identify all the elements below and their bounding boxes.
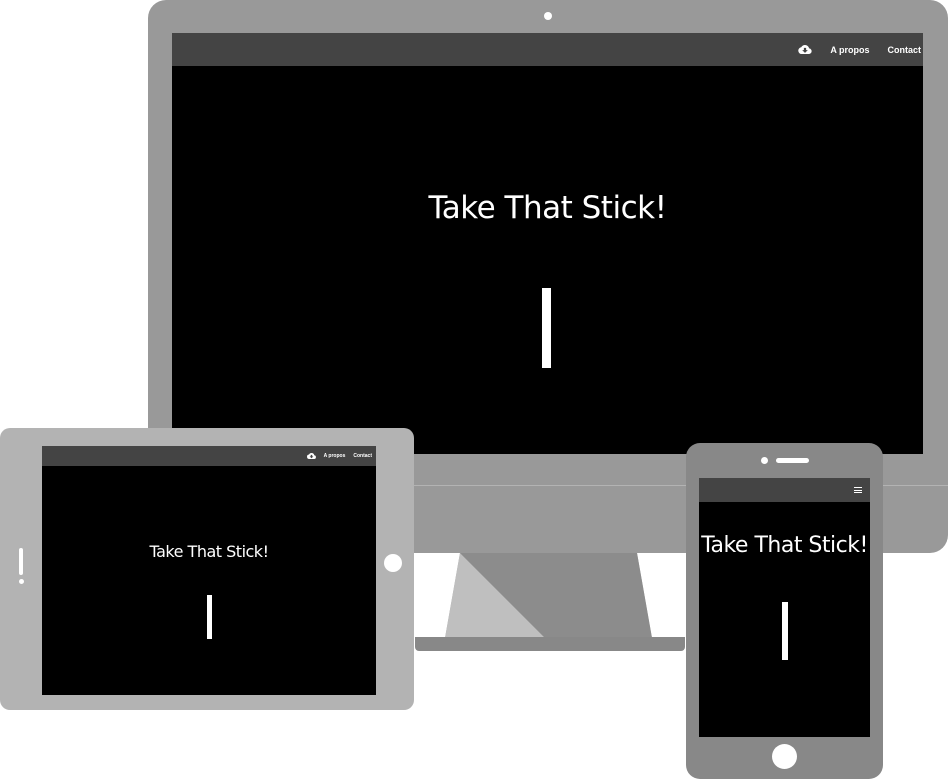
tablet-speaker xyxy=(19,548,23,575)
cloud-download-icon[interactable] xyxy=(306,453,316,459)
desktop-stand-base xyxy=(415,637,685,651)
desktop-stand-neck xyxy=(445,553,652,638)
tablet-screen: A propos Contact Take That Stick! xyxy=(42,446,376,695)
stick-graphic[interactable] xyxy=(207,595,212,639)
phone-navbar xyxy=(699,478,870,502)
nav-link-contact[interactable]: Contact xyxy=(353,453,372,459)
desktop-screen: A propos Contact Take That Stick! xyxy=(172,33,923,454)
hero-title: Take That Stick! xyxy=(149,542,269,561)
nav-link-a-propos[interactable]: A propos xyxy=(830,45,869,55)
cloud-download-icon-svg xyxy=(306,453,316,459)
menu-bar-top xyxy=(854,487,862,488)
stick-graphic[interactable] xyxy=(782,602,788,660)
stick-graphic[interactable] xyxy=(542,288,551,368)
phone-camera xyxy=(761,457,768,464)
cloud-download-icon[interactable] xyxy=(798,45,812,54)
hero-title: Take That Stick! xyxy=(428,190,667,226)
desktop-camera xyxy=(544,12,552,20)
hero-title: Take That Stick! xyxy=(701,533,868,558)
tablet-home-button[interactable] xyxy=(384,554,402,572)
tablet-navbar: A propos Contact xyxy=(42,446,376,466)
desktop-navbar: A propos Contact xyxy=(172,33,923,66)
hamburger-menu-icon[interactable] xyxy=(854,487,862,493)
menu-bar-middle xyxy=(854,489,862,491)
nav-link-a-propos[interactable]: A propos xyxy=(324,453,346,459)
nav-link-contact[interactable]: Contact xyxy=(888,45,922,55)
phone-speaker xyxy=(776,458,809,463)
phone-screen: Take That Stick! xyxy=(699,478,870,737)
phone-home-button[interactable] xyxy=(772,744,797,769)
tablet-camera xyxy=(19,579,24,584)
cloud-download-icon-svg xyxy=(798,45,812,54)
menu-bar-bottom xyxy=(854,492,862,493)
